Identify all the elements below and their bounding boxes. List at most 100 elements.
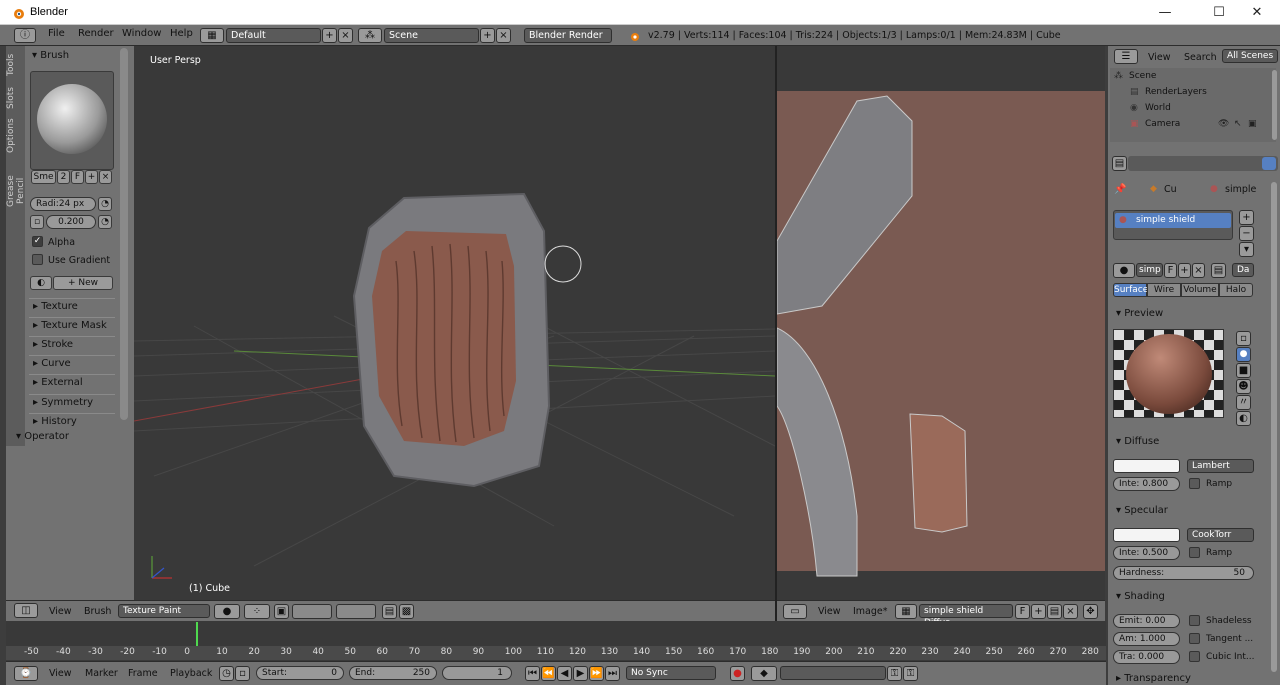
specular-shader-dropdown[interactable]: CookTorr bbox=[1187, 528, 1254, 542]
image-editor[interactable] bbox=[777, 46, 1105, 600]
menu-file[interactable]: File bbox=[48, 28, 65, 39]
image-browse-icon[interactable]: ▦ bbox=[895, 604, 917, 619]
transparency-panel-header[interactable]: ▸ Transparency bbox=[1116, 673, 1191, 684]
outliner-search-menu[interactable]: Search bbox=[1184, 52, 1217, 63]
layers-left[interactable] bbox=[292, 604, 332, 619]
keying-set-field[interactable] bbox=[780, 666, 886, 680]
image-editor-type-icon[interactable]: ▭ bbox=[783, 604, 807, 619]
tab-slots[interactable]: Slots bbox=[6, 86, 25, 110]
radius-pressure-icon[interactable]: ◔ bbox=[98, 197, 112, 211]
play-icon[interactable]: ▶ bbox=[573, 666, 588, 681]
section-history[interactable]: ▸ History bbox=[29, 413, 115, 430]
end-frame-field[interactable]: End: 250 bbox=[349, 666, 437, 680]
prev-key-icon[interactable]: ⏪ bbox=[541, 666, 556, 681]
tab-wire[interactable]: Wire bbox=[1147, 283, 1181, 297]
material-add-icon[interactable]: + bbox=[1178, 263, 1191, 278]
render-camera-icon[interactable]: ▣ bbox=[1248, 119, 1257, 129]
insert-key-icon[interactable]: ⚿ bbox=[887, 666, 902, 681]
preview-panel-header[interactable]: ▾ Preview bbox=[1116, 308, 1163, 319]
viewport-3d[interactable]: User Persp (1) Cube bbox=[134, 46, 775, 600]
specular-panel-header[interactable]: ▾ Specular bbox=[1116, 505, 1168, 516]
material-browse-icon[interactable]: ● bbox=[1113, 263, 1135, 278]
image-fake-user[interactable]: F bbox=[1015, 604, 1030, 619]
preview-flat-icon[interactable]: ▫ bbox=[1236, 331, 1251, 346]
mode-dropdown[interactable]: Texture Paint bbox=[118, 604, 210, 618]
hardness-field[interactable]: Hardness: 50 bbox=[1113, 566, 1254, 580]
specular-color-swatch[interactable] bbox=[1113, 528, 1180, 542]
section-stroke[interactable]: ▸ Stroke bbox=[29, 336, 115, 353]
timeline-editor-icon[interactable]: ⌚ bbox=[14, 666, 38, 681]
brush-users[interactable]: 2 bbox=[57, 170, 70, 184]
timeline-view-menu[interactable]: View bbox=[49, 668, 72, 679]
section-texture[interactable]: ▸ Texture bbox=[29, 298, 115, 315]
outliner-item-renderlayers[interactable]: RenderLayers bbox=[1145, 87, 1207, 97]
outliner-item-camera[interactable]: Camera bbox=[1145, 119, 1180, 129]
layout-field[interactable]: Default bbox=[226, 28, 321, 43]
radius-field[interactable]: Radi:24 px bbox=[30, 197, 96, 211]
props-context-tabs[interactable] bbox=[1128, 156, 1278, 171]
jump-end-icon[interactable]: ⏭ bbox=[605, 666, 620, 681]
render-icon[interactable]: ▤ bbox=[382, 604, 397, 619]
cubic-interp-checkbox[interactable] bbox=[1189, 651, 1200, 662]
slot-menu-icon[interactable]: ▾ bbox=[1239, 242, 1254, 257]
strength-field[interactable]: 0.200 bbox=[46, 215, 96, 229]
scene-close-icon[interactable]: × bbox=[496, 28, 511, 43]
tab-surface[interactable]: Surface bbox=[1113, 283, 1148, 297]
gradient-checkbox[interactable] bbox=[32, 254, 43, 265]
sync-dropdown[interactable]: No Sync bbox=[626, 666, 716, 680]
outliner-view-menu[interactable]: View bbox=[1148, 52, 1171, 63]
brush-panel-header[interactable]: ▾ Brush bbox=[32, 50, 69, 61]
preview-hair-icon[interactable]: 〃 bbox=[1236, 395, 1251, 410]
slot-remove-icon[interactable]: − bbox=[1239, 226, 1254, 241]
pivot-icon[interactable]: ⁘ bbox=[244, 604, 270, 619]
material-name-field[interactable]: simp bbox=[1136, 263, 1163, 277]
minimize-button[interactable]: — bbox=[1142, 0, 1188, 25]
operator-panel-header[interactable]: ▾ Operator bbox=[16, 431, 69, 442]
start-frame-field[interactable]: Start: 0 bbox=[256, 666, 344, 680]
view3d-view-menu[interactable]: View bbox=[49, 606, 72, 617]
current-frame-field[interactable]: 1 bbox=[442, 666, 512, 680]
material-slot-simple-shield[interactable]: simple shield bbox=[1115, 213, 1231, 228]
tangent-checkbox[interactable] bbox=[1189, 633, 1200, 644]
strength-lock-icon[interactable]: ▫ bbox=[30, 215, 44, 229]
material-node-icon[interactable]: ▤ bbox=[1211, 263, 1226, 278]
brush-remove-icon[interactable]: × bbox=[99, 170, 112, 184]
preview-sky-icon[interactable]: ◐ bbox=[1236, 411, 1251, 426]
outliner-item-scene[interactable]: Scene bbox=[1129, 71, 1156, 81]
material-tab-icon[interactable] bbox=[1262, 157, 1276, 170]
section-external[interactable]: ▸ External bbox=[29, 374, 115, 391]
props-editor-icon[interactable]: ▤ bbox=[1112, 156, 1127, 171]
record-icon[interactable]: ● bbox=[730, 666, 745, 681]
section-texture-mask[interactable]: ▸ Texture Mask bbox=[29, 317, 115, 334]
shading-icon[interactable]: ● bbox=[214, 604, 240, 619]
image-name-field[interactable]: simple shield Diffus... bbox=[919, 604, 1013, 628]
uv-image-menu[interactable]: Image* bbox=[853, 606, 888, 617]
strength-pressure-icon[interactable]: ◔ bbox=[98, 215, 112, 229]
image-pin-icon[interactable]: ✥ bbox=[1083, 604, 1098, 619]
emit-field[interactable]: Emit: 0.00 bbox=[1113, 614, 1180, 628]
next-key-icon[interactable]: ⏩ bbox=[589, 666, 604, 681]
preview-range-icon[interactable]: ◷ bbox=[219, 666, 234, 681]
specular-ramp-checkbox[interactable] bbox=[1189, 547, 1200, 558]
timeline-frame-menu[interactable]: Frame bbox=[128, 668, 158, 679]
layout-close-icon[interactable]: × bbox=[338, 28, 353, 43]
diffuse-ramp-checkbox[interactable] bbox=[1189, 478, 1200, 489]
material-fake-user[interactable]: F bbox=[1164, 263, 1177, 278]
image-close-icon[interactable]: × bbox=[1063, 604, 1078, 619]
tab-volume[interactable]: Volume bbox=[1181, 283, 1219, 297]
timeline-playback-menu[interactable]: Playback bbox=[170, 668, 212, 679]
alpha-checkbox[interactable]: ✓ bbox=[32, 236, 43, 247]
play-reverse-icon[interactable]: ◀ bbox=[557, 666, 572, 681]
translucency-field[interactable]: Tra: 0.000 bbox=[1113, 650, 1180, 664]
paint-mask-icon[interactable]: ▣ bbox=[274, 604, 289, 619]
scene-icon[interactable]: ⁂ bbox=[358, 28, 382, 43]
menu-window[interactable]: Window bbox=[122, 28, 161, 39]
diffuse-panel-header[interactable]: ▾ Diffuse bbox=[1116, 436, 1159, 447]
timeline-ruler[interactable] bbox=[6, 646, 1106, 660]
brush-name-field[interactable]: Sme bbox=[31, 170, 56, 184]
tab-options[interactable]: Options bbox=[6, 118, 25, 154]
editor-type-icon[interactable]: ◫ bbox=[14, 603, 38, 618]
timeline-marker-menu[interactable]: Marker bbox=[85, 668, 118, 679]
delete-key-icon[interactable]: ⚿ bbox=[903, 666, 918, 681]
scene-add-icon[interactable]: + bbox=[480, 28, 495, 43]
